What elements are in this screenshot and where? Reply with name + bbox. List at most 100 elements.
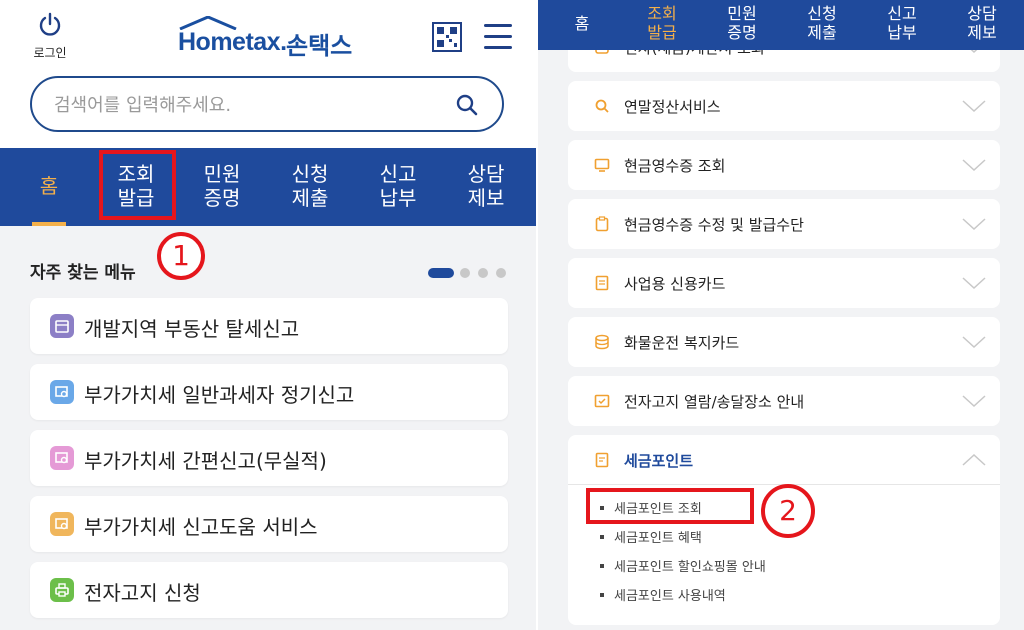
frequent-item[interactable]: 개발지역 부동산 탈세신고 bbox=[30, 298, 508, 354]
carousel-dot[interactable] bbox=[496, 268, 506, 278]
chevron-down-icon[interactable] bbox=[962, 335, 986, 349]
tab-civil-certificate[interactable]: 민원 증명 bbox=[724, 4, 760, 42]
tab-report-pay[interactable]: 신고 납부 bbox=[358, 148, 438, 226]
menu-item-year-end-settlement[interactable]: 연말정산서비스 bbox=[568, 81, 1000, 131]
tab-home[interactable]: 홈 bbox=[0, 148, 98, 226]
tab-label: 제보 bbox=[967, 23, 997, 42]
main-nav: 홈 조회 발급 민원 증명 신청 제출 신고 납부 상담 제보 bbox=[0, 148, 538, 226]
search-icon bbox=[595, 99, 609, 113]
sub-menu-label: 세금포인트 사용내역 bbox=[614, 589, 726, 604]
tab-inquiry-issue[interactable]: 조회 발급 bbox=[644, 4, 680, 42]
menu-item-cash-receipt-modify[interactable]: 현금영수증 수정 및 발급수단 bbox=[568, 199, 1000, 249]
tab-label: 민원 bbox=[203, 162, 241, 186]
tax-point-header[interactable]: 세금포인트 bbox=[568, 435, 1000, 485]
tab-label: 홈 bbox=[574, 14, 590, 33]
qr-code-icon[interactable] bbox=[432, 22, 462, 52]
sub-menu-tax-point-usage[interactable]: 세금포인트 사용내역 bbox=[600, 585, 726, 604]
menu-item-label: 화물운전 복지카드 bbox=[624, 334, 740, 352]
chevron-down-icon[interactable] bbox=[962, 276, 986, 290]
frequent-item[interactable]: 부가가치세 일반과세자 정기신고 bbox=[30, 364, 508, 420]
tab-label: 신청 bbox=[807, 4, 837, 23]
power-icon bbox=[39, 12, 61, 36]
tab-label: 발급 bbox=[647, 23, 677, 42]
login-label: 로그인 bbox=[33, 46, 67, 60]
menu-item-label: 연말정산서비스 bbox=[624, 98, 721, 116]
chevron-down-icon[interactable] bbox=[962, 158, 986, 172]
frequent-menu-title: 자주 찾는 메뉴 bbox=[30, 263, 136, 283]
logo-text: Hometax. bbox=[178, 28, 287, 56]
clipboard-icon bbox=[595, 216, 609, 232]
search-box[interactable] bbox=[30, 76, 504, 132]
right-screen: 전자(세금)계산서 조회 홈 조회발급 민원증명 신청제출 신고납부 상담제보 … bbox=[538, 0, 1024, 630]
menu-item-label: 전자고지 열람/송달장소 안내 bbox=[624, 393, 805, 411]
tab-label: 신고 bbox=[887, 4, 917, 23]
tab-label: 증명 bbox=[727, 23, 757, 42]
carousel-dot[interactable] bbox=[478, 268, 488, 278]
search-icon[interactable] bbox=[456, 94, 478, 116]
annotation-number-1: 1 bbox=[157, 232, 205, 280]
tab-label: 조회 bbox=[647, 4, 677, 23]
calendar-icon bbox=[50, 314, 74, 338]
menu-item-freight-welfare-card[interactable]: 화물운전 복지카드 bbox=[568, 317, 1000, 367]
chevron-up-icon[interactable] bbox=[962, 453, 986, 467]
chevron-down-icon[interactable] bbox=[962, 217, 986, 231]
carousel-dot[interactable] bbox=[460, 268, 470, 278]
document-search-icon bbox=[50, 446, 74, 470]
menu-item-label: 세금포인트 bbox=[624, 452, 694, 470]
menu-item-label: 현금영수증 수정 및 발급수단 bbox=[624, 216, 804, 234]
hamburger-menu-icon[interactable] bbox=[484, 24, 512, 49]
sub-menu-label: 세금포인트 할인쇼핑몰 안내 bbox=[614, 560, 766, 575]
tab-consult-report[interactable]: 상담 제보 bbox=[446, 148, 526, 226]
search-input[interactable] bbox=[54, 91, 434, 119]
logo-korean: 손택스 bbox=[286, 32, 353, 60]
printer-icon bbox=[50, 578, 74, 602]
menu-item-label: 현금영수증 조회 bbox=[624, 157, 726, 175]
tab-label: 증명 bbox=[203, 186, 241, 210]
tab-label: 민원 bbox=[727, 4, 757, 23]
document-search-icon bbox=[50, 380, 74, 404]
tab-apply-submit[interactable]: 신청 제출 bbox=[804, 4, 840, 42]
frequent-item-label: 부가가치세 신고도움 서비스 bbox=[84, 515, 318, 539]
menu-item-electronic-notice[interactable]: 전자고지 열람/송달장소 안내 bbox=[568, 376, 1000, 426]
main-nav: 홈 조회 발급 민원 증명 신청 제출 신고 납부 상담 제보 bbox=[538, 0, 1024, 50]
frequent-item[interactable]: 전자고지 신청 bbox=[30, 562, 508, 618]
tab-apply-submit[interactable]: 신청 제출 bbox=[270, 148, 350, 226]
tab-label: 제출 bbox=[807, 23, 837, 42]
database-icon bbox=[595, 334, 609, 350]
tab-consult-report[interactable]: 상담 제보 bbox=[964, 4, 1000, 42]
document-icon bbox=[595, 275, 609, 291]
menu-item-business-credit-card[interactable]: 사업용 신용카드 bbox=[568, 258, 1000, 308]
menu-item-cash-receipt-inquiry[interactable]: 현금영수증 조회 bbox=[568, 140, 1000, 190]
frequent-item[interactable]: 부가가치세 신고도움 서비스 bbox=[30, 496, 508, 552]
tab-report-pay[interactable]: 신고 납부 bbox=[884, 4, 920, 42]
menu-item-label: 사업용 신용카드 bbox=[624, 275, 726, 293]
header: 로그인 Hometax. 손택스 bbox=[0, 0, 538, 148]
tab-label: 납부 bbox=[379, 186, 417, 210]
carousel-dot-active[interactable] bbox=[428, 268, 454, 278]
frequent-item-label: 개발지역 부동산 탈세신고 bbox=[84, 317, 300, 341]
tab-label: 신청 bbox=[291, 162, 329, 186]
tab-label: 신고 bbox=[379, 162, 417, 186]
tab-label: 상담 bbox=[967, 4, 997, 23]
sub-menu-tax-point-benefits[interactable]: 세금포인트 혜택 bbox=[600, 527, 702, 546]
checkbox-icon bbox=[594, 394, 610, 408]
frequent-item-label: 부가가치세 간편신고(무실적) bbox=[84, 449, 327, 473]
hometax-logo[interactable]: Hometax. 손택스 bbox=[178, 16, 378, 62]
chevron-down-icon[interactable] bbox=[962, 99, 986, 113]
login-button[interactable]: 로그인 bbox=[26, 12, 74, 61]
bullet bbox=[600, 592, 604, 597]
bullet bbox=[600, 534, 604, 539]
monitor-icon bbox=[594, 158, 610, 172]
tab-home[interactable]: 홈 bbox=[570, 14, 594, 33]
frequent-item[interactable]: 부가가치세 간편신고(무실적) bbox=[30, 430, 508, 486]
active-tab-indicator bbox=[32, 222, 66, 226]
sub-menu-label: 세금포인트 혜택 bbox=[614, 531, 702, 546]
chevron-down-icon[interactable] bbox=[962, 394, 986, 408]
sub-menu-tax-point-shopping[interactable]: 세금포인트 할인쇼핑몰 안내 bbox=[600, 556, 766, 575]
left-screen: 로그인 Hometax. 손택스 홈 조회 발급 민원 증명 신청 제출 bbox=[0, 0, 538, 630]
document-search-icon bbox=[50, 512, 74, 536]
tab-civil-certificate[interactable]: 민원 증명 bbox=[182, 148, 262, 226]
tab-label: 제보 bbox=[467, 186, 505, 210]
tab-label: 납부 bbox=[887, 23, 917, 42]
bullet bbox=[600, 563, 604, 568]
